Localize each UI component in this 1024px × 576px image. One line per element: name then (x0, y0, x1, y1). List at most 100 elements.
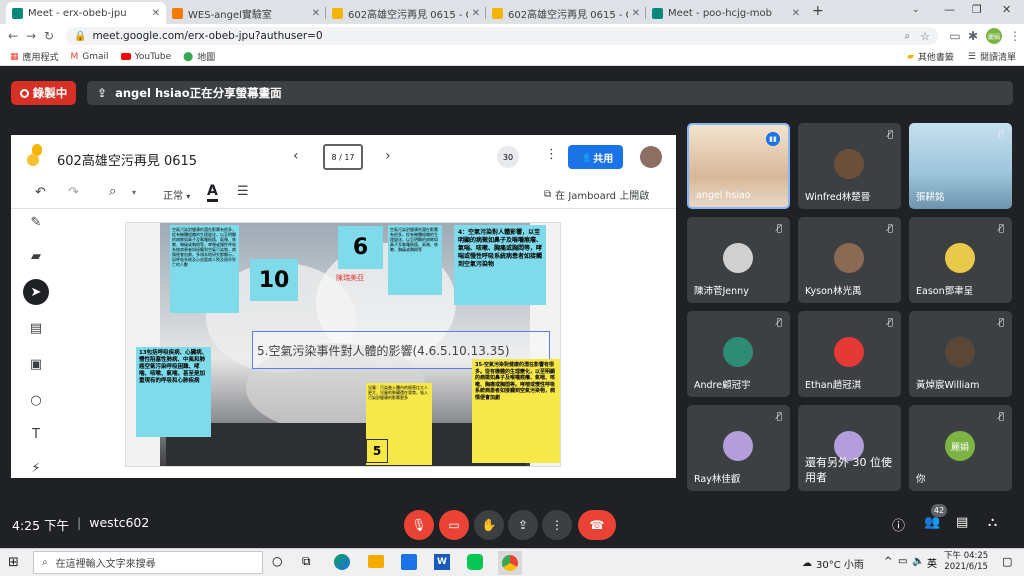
align-icon[interactable]: ☰ (237, 184, 249, 199)
participant-tile[interactable]: 🎙̸ Andre顧冠宇 (687, 311, 790, 397)
word-icon[interactable]: W (434, 554, 450, 570)
sticky-note[interactable]: 5 (366, 439, 388, 463)
mic-toggle-button[interactable]: 🎙 (404, 510, 434, 540)
tray-expand-icon[interactable]: ^ (884, 556, 892, 567)
notifications-icon[interactable]: ▢ (1002, 555, 1012, 568)
circle-icon[interactable]: ○ (23, 387, 49, 413)
close-icon[interactable]: ✕ (792, 8, 800, 19)
meeting-details-icon[interactable]: ⓘ (892, 515, 905, 534)
network-icon[interactable]: ▭ (898, 556, 907, 567)
present-button[interactable]: ⇪ (508, 510, 538, 540)
browser-tab[interactable]: 602高雄空污再見 0615 - Googl ✕ (486, 2, 646, 24)
cortana-icon[interactable]: ○ (272, 554, 282, 568)
participant-tile[interactable]: 🎙̸ 陳沛菅Jenny (687, 217, 790, 303)
close-icon[interactable]: ✕ (632, 8, 640, 19)
close-icon[interactable]: ✕ (312, 8, 320, 19)
text-color-icon[interactable]: A (207, 183, 218, 202)
bookmark-apps[interactable]: 應用程式 (23, 50, 59, 63)
weather-widget[interactable]: ☁ 30°C 小雨 (802, 556, 864, 571)
task-view-icon[interactable]: ⧉ (302, 554, 311, 569)
participant-tile[interactable]: 🎙̸ Ethan趙冠淇 (798, 311, 901, 397)
open-in-jamboard-link[interactable]: ⧉ 在 Jamboard 上開啟 (544, 187, 649, 202)
taskbar-clock[interactable]: 下午 04:25 2021/6/15 (944, 551, 988, 573)
redo-icon[interactable]: ↷ (68, 185, 79, 200)
url-bar[interactable]: 🔒 meet.google.com/erx-obeb-jpu?authuser=… (66, 27, 938, 45)
maximize-button[interactable]: ❐ (972, 3, 982, 16)
chat-icon[interactable]: ▤ (956, 515, 968, 530)
bookmark-other[interactable]: 其他書籤 (918, 50, 954, 63)
participant-tile[interactable]: 還有另外 30 位使用者 (798, 405, 901, 491)
text-box-icon[interactable]: T (23, 421, 49, 447)
jamboard-title[interactable]: 602高雄空污再見 0615 (57, 150, 197, 169)
camera-toggle-button[interactable]: ▭ (439, 510, 469, 540)
extensions-icon[interactable]: ✱ (964, 29, 982, 43)
reload-icon[interactable]: ↻ (40, 29, 58, 43)
people-icon[interactable]: 👥 (924, 515, 940, 530)
pen-icon[interactable]: ✎ (23, 209, 49, 235)
sticky-note-icon[interactable]: ▤ (23, 315, 49, 341)
new-tab-button[interactable]: + (812, 3, 824, 19)
user-avatar[interactable] (640, 146, 662, 168)
sticky-note[interactable]: 空氣污染對健康的潛在影響有很多，從有機體組織的生理變化，以至明顯的病徵如鼻子及喉… (170, 225, 239, 313)
bookmark-gmail[interactable]: Gmail (82, 52, 108, 62)
profile-avatar[interactable]: 麗娟 (986, 28, 1002, 44)
sticky-note[interactable]: 10 (250, 259, 298, 301)
file-explorer-icon[interactable] (368, 555, 384, 568)
edge-icon[interactable] (334, 554, 350, 570)
participant-tile[interactable]: 🎙̸ Ray林佳叡 (687, 405, 790, 491)
windows-start-icon[interactable]: ⊞ (8, 555, 19, 570)
browser-tab[interactable]: Meet - erx-obeb-jpu ✕ (6, 2, 166, 24)
minimize-button[interactable]: — (944, 3, 955, 16)
laser-icon[interactable]: ⚡ (23, 455, 49, 481)
volume-icon[interactable]: 🔈 (912, 556, 924, 567)
bookmark-maps[interactable]: 地圖 (197, 50, 215, 63)
close-icon[interactable]: ✕ (472, 8, 480, 19)
forward-icon[interactable]: → (22, 29, 40, 43)
close-window-button[interactable]: ✕ (1002, 3, 1011, 16)
sticky-note[interactable]: 空氣污染對健康的潛在影響有很多，從有機體組織的生理變化，以至明顯的病徵如鼻子及喉… (388, 225, 442, 295)
sticky-note[interactable]: 4：空氣污染對人體影響，以至明顯的病徵如鼻子及喉嚨痕癢、氣喘、咳嗽、胸痛或胸悶等… (454, 225, 546, 305)
bookmark-youtube[interactable]: YouTube (135, 52, 172, 62)
browser-tab[interactable]: WES-angel實驗室 ✕ (166, 2, 326, 24)
chrome-taskbar-button[interactable] (498, 551, 522, 575)
participant-tile[interactable]: 🎙̸ Kyson林光禹 (798, 217, 901, 303)
sticky-note[interactable]: 13包括呼吸疾病、心臟病、慢性阻塞性肺病、中風和肺癌空氣污染呼吸困難、哮喘、咳嗽… (136, 347, 211, 437)
next-frame-icon[interactable]: › (385, 148, 391, 164)
zoom-dropdown-icon[interactable]: ▾ (132, 188, 136, 197)
participant-tile[interactable]: 麗娟 🎙̸ 你 (909, 405, 1012, 491)
tab-search-icon[interactable]: ⌄ (912, 5, 920, 15)
screenshot-icon[interactable]: ▭ (946, 29, 964, 43)
participant-tile[interactable]: 🎙̸ 黃焯宸William (909, 311, 1012, 397)
line-icon[interactable] (467, 554, 483, 570)
sticky-note[interactable]: 6 (338, 226, 383, 269)
browser-tab[interactable]: 602高雄空污再見 0615 - Googl ✕ (326, 2, 486, 24)
participant-tile[interactable]: ▮▮ angel hsiao (687, 123, 790, 209)
participant-tile[interactable]: 🎙̸ Winfred林楚晉 (798, 123, 901, 209)
store-icon[interactable] (401, 554, 417, 570)
undo-icon[interactable]: ↶ (35, 185, 46, 200)
prev-frame-icon[interactable]: ‹ (293, 148, 299, 164)
leave-call-button[interactable]: ☎ (578, 510, 616, 540)
sticky-note[interactable]: 35-空氣污染對健康的潛在影響有很多。從有機體的生理變化，以至明顯的病徵如鼻子及… (472, 359, 560, 463)
eraser-icon[interactable]: ▰ (23, 243, 49, 269)
close-icon[interactable]: ✕ (152, 8, 160, 19)
image-icon[interactable]: ▣ (23, 351, 49, 377)
share-button[interactable]: 👥 共用 (568, 145, 623, 169)
ime-indicator[interactable]: 英 (927, 555, 937, 570)
more-options-button[interactable]: ⋮ (542, 510, 572, 540)
more-options-icon[interactable]: ⋮ (545, 147, 558, 162)
frame-indicator[interactable]: 8 / 17 (323, 144, 363, 170)
select-icon[interactable]: ➤ (23, 279, 49, 305)
participant-tile[interactable]: 🎙̸ 張耕銘 (909, 123, 1012, 209)
browser-tab[interactable]: Meet - poo-hcjg-mob ✕ (646, 2, 806, 24)
taskbar-search[interactable]: ⌕ 在這裡輸入文字來搜尋 (33, 551, 263, 574)
participant-tile[interactable]: 🎙̸ Eason鄧聿呈 (909, 217, 1012, 303)
menu-icon[interactable]: ⋮ (1006, 29, 1024, 43)
bookmark-star-icon[interactable]: ☆ (920, 30, 930, 43)
jamboard-canvas[interactable]: 空氣污染對健康的潛在影響有很多，從有機體組織的生理變化，以至明顯的病徵如鼻子及喉… (125, 222, 561, 467)
font-select[interactable]: 正常 ▾ (163, 187, 190, 202)
activities-icon[interactable]: ⛬ (988, 515, 997, 530)
raise-hand-button[interactable]: ✋ (474, 510, 504, 540)
bookmark-reading-list[interactable]: 閱讀清單 (980, 50, 1016, 63)
zoom-icon[interactable]: ⌕ (109, 184, 116, 199)
